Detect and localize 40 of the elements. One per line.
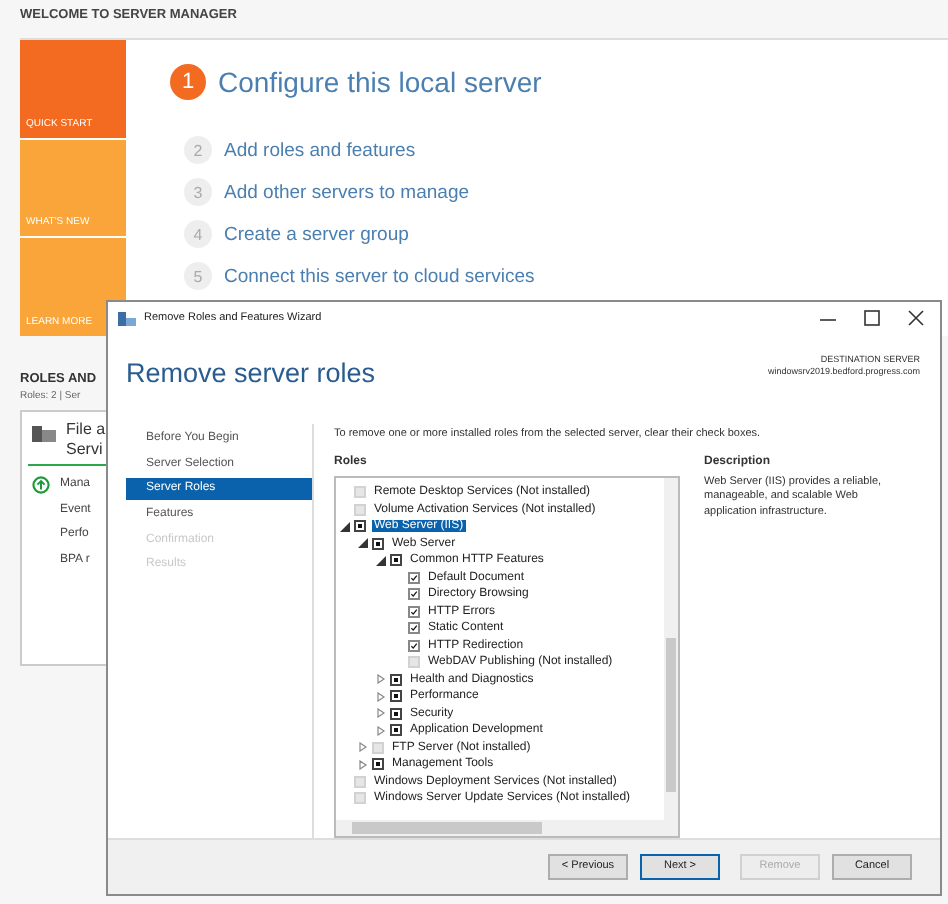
checkbox[interactable]	[408, 639, 420, 652]
step-number: 4	[184, 220, 212, 248]
checkbox[interactable]	[354, 520, 366, 533]
wizard-icon	[118, 309, 136, 328]
expand-arrow-icon[interactable]	[376, 708, 386, 719]
expand-arrow-icon[interactable]	[358, 742, 368, 753]
arrow-up-icon	[32, 475, 50, 494]
step-number: 3	[184, 178, 212, 206]
card-title: Servi	[66, 440, 105, 460]
wizard-heading: Remove server roles	[126, 358, 376, 389]
close-icon[interactable]	[908, 310, 924, 327]
checkbox[interactable]	[390, 690, 402, 703]
step-number: 1	[170, 64, 206, 100]
step-link[interactable]: Configure this local server	[218, 66, 542, 98]
step-link[interactable]: Add roles and features	[224, 139, 416, 161]
expand-arrow-icon[interactable]	[376, 674, 386, 685]
folder-icon	[32, 424, 56, 444]
step-number: 5	[184, 262, 212, 290]
checkbox[interactable]	[408, 588, 420, 601]
collapse-arrow-icon[interactable]	[358, 538, 368, 549]
checkbox[interactable]	[408, 605, 420, 618]
maximize-icon[interactable]	[864, 310, 880, 327]
checkbox[interactable]	[372, 537, 384, 550]
card-title: File a	[66, 420, 106, 440]
collapse-arrow-icon[interactable]	[340, 521, 350, 532]
step-link[interactable]: Add other servers to manage	[224, 181, 470, 203]
checkbox[interactable]	[408, 622, 420, 635]
collapse-arrow-icon[interactable]	[376, 555, 386, 566]
step-number: 2	[184, 136, 212, 164]
expand-arrow-icon[interactable]	[358, 759, 368, 770]
checkbox[interactable]	[408, 571, 420, 584]
checkbox[interactable]	[390, 707, 402, 720]
checkbox[interactable]	[390, 673, 402, 686]
checkbox[interactable]	[390, 724, 402, 737]
expand-arrow-icon[interactable]	[376, 725, 386, 736]
step-link[interactable]: Create a server group	[224, 223, 409, 245]
checkbox[interactable]	[390, 554, 402, 567]
expand-arrow-icon[interactable]	[376, 691, 386, 702]
checkbox[interactable]	[372, 758, 384, 771]
step-link[interactable]: Connect this server to cloud services	[224, 265, 535, 287]
